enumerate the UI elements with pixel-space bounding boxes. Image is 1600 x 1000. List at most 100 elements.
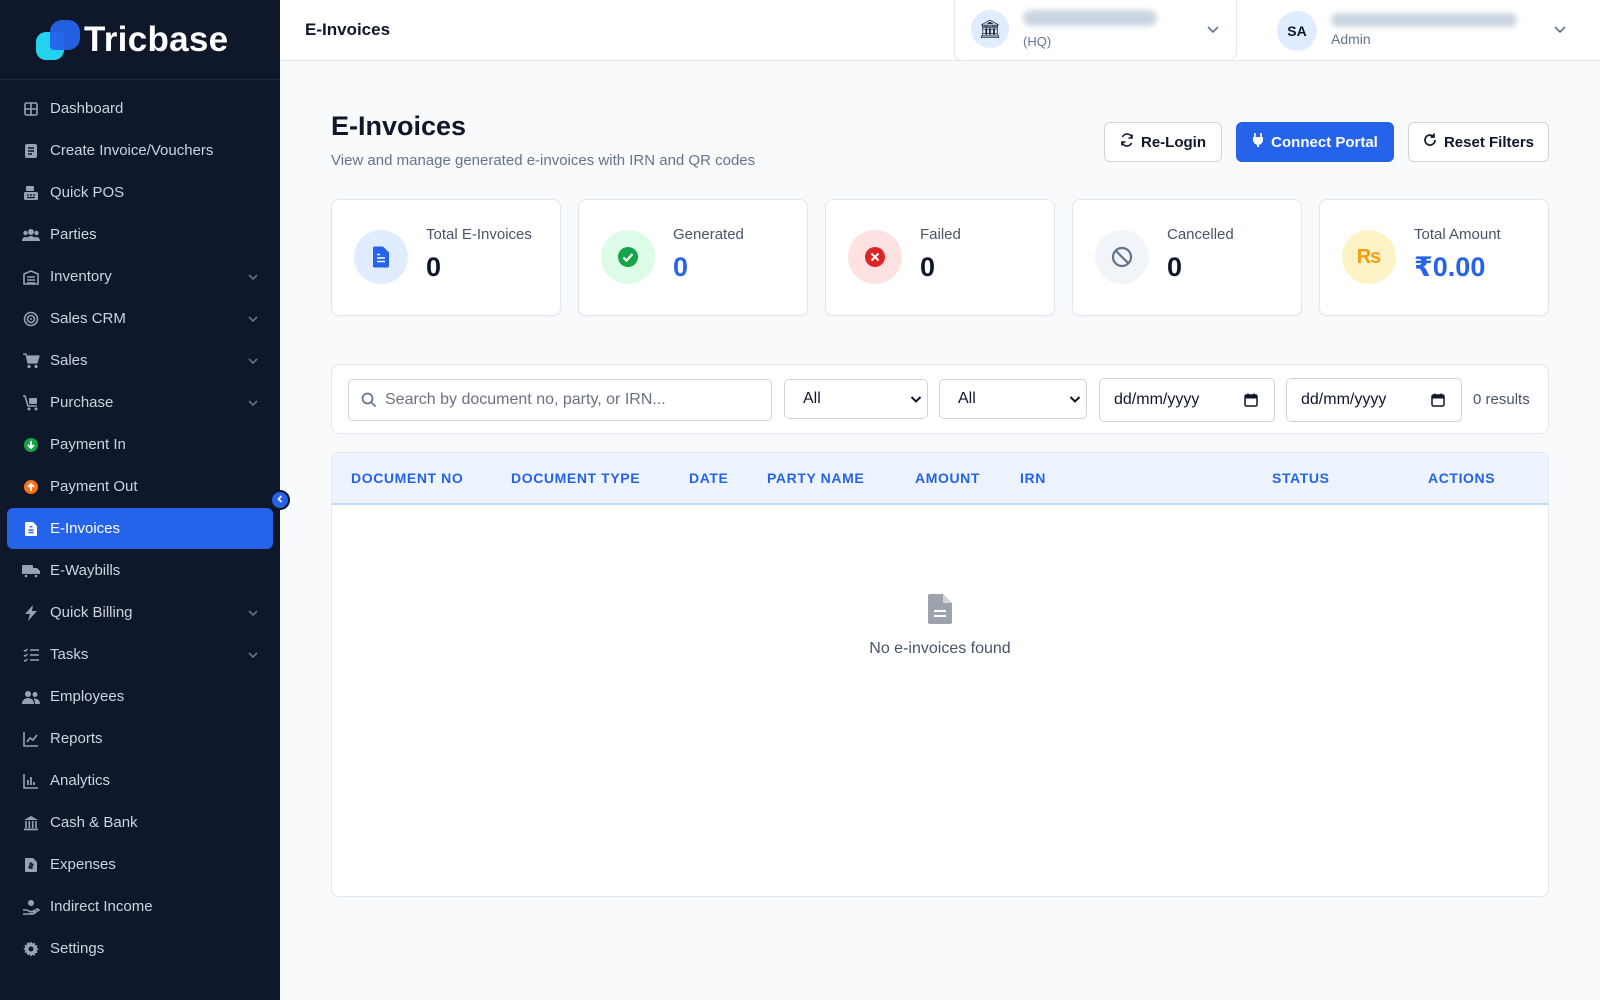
sidebar-item-payment-in[interactable]: Payment In bbox=[7, 424, 273, 465]
sidebar-item-e-invoices[interactable]: E-Invoices bbox=[7, 508, 273, 549]
plug-icon bbox=[1252, 133, 1264, 151]
sidebar-collapse-button[interactable] bbox=[270, 490, 290, 510]
stat-card-total-amount: ₨ Total Amount ₹0.00 bbox=[1319, 199, 1549, 316]
invoice-icon bbox=[22, 142, 40, 160]
user-role: Admin bbox=[1331, 31, 1371, 47]
sidebar-item-cash-bank[interactable]: Cash & Bank bbox=[7, 802, 273, 843]
chevron-down-icon bbox=[247, 271, 259, 283]
chevron-down-icon bbox=[1206, 22, 1220, 41]
sidebar-item-employees[interactable]: Employees bbox=[7, 676, 273, 717]
chevron-left-icon bbox=[275, 491, 285, 509]
e-invoices-table: DOCUMENT NO DOCUMENT TYPE DATE PARTY NAM… bbox=[331, 452, 1549, 897]
sidebar-item-reports[interactable]: Reports bbox=[7, 718, 273, 759]
payment-out-icon bbox=[22, 478, 40, 496]
sidebar: Tricbase Dashboard Create Invoice/Vouche… bbox=[0, 0, 280, 1000]
sidebar-item-sales-crm[interactable]: Sales CRM bbox=[7, 298, 273, 339]
check-circle-icon bbox=[601, 230, 655, 284]
brand[interactable]: Tricbase bbox=[0, 0, 280, 80]
rupee-icon: ₨ bbox=[1342, 230, 1396, 284]
sidebar-item-expenses[interactable]: Expenses bbox=[7, 844, 273, 885]
chevron-down-icon bbox=[1553, 22, 1567, 41]
sidebar-item-analytics[interactable]: Analytics bbox=[7, 760, 273, 801]
stat-card-total: Total E-Invoices 0 bbox=[331, 199, 561, 316]
branch-selector[interactable]: 🏛 (HQ) bbox=[954, 0, 1237, 61]
branch-sub: (HQ) bbox=[1023, 34, 1052, 49]
sidebar-item-dashboard[interactable]: Dashboard bbox=[7, 88, 273, 129]
stat-value-cancelled: 0 bbox=[1167, 252, 1183, 282]
stat-card-generated: Generated 0 bbox=[578, 199, 808, 316]
employees-icon bbox=[22, 688, 40, 706]
search-box[interactable] bbox=[348, 379, 772, 421]
sidebar-item-inventory[interactable]: Inventory bbox=[7, 256, 273, 297]
stat-value-generated: 0 bbox=[673, 252, 689, 282]
brand-name: Tricbase bbox=[84, 19, 229, 59]
sidebar-item-purchase[interactable]: Purchase bbox=[7, 382, 273, 423]
connect-portal-button[interactable]: Connect Portal bbox=[1236, 122, 1394, 162]
column-actions: ACTIONS bbox=[1428, 470, 1496, 486]
column-document-no[interactable]: DOCUMENT NO bbox=[351, 470, 463, 486]
empty-state: No e-invoices found bbox=[332, 593, 1548, 658]
sidebar-item-indirect-income[interactable]: Indirect Income bbox=[7, 886, 273, 927]
topbar-title: E-Invoices bbox=[305, 20, 391, 39]
expenses-icon bbox=[22, 856, 40, 874]
sidebar-item-quick-pos[interactable]: Quick POS bbox=[7, 172, 273, 213]
cart-icon bbox=[22, 352, 40, 370]
sidebar-item-parties[interactable]: Parties bbox=[7, 214, 273, 255]
column-irn[interactable]: IRN bbox=[1020, 470, 1046, 486]
table-header: DOCUMENT NO DOCUMENT TYPE DATE PARTY NAM… bbox=[332, 453, 1548, 505]
results-count: 0 results bbox=[1473, 391, 1530, 408]
search-input[interactable] bbox=[385, 380, 765, 420]
column-party-name[interactable]: PARTY NAME bbox=[767, 470, 864, 486]
date-to-input[interactable]: dd/mm/yyyy bbox=[1286, 378, 1462, 422]
chevron-down-icon bbox=[909, 392, 923, 411]
document-type-select[interactable]: All bbox=[784, 379, 928, 419]
pos-icon bbox=[22, 184, 40, 202]
sidebar-item-sales[interactable]: Sales bbox=[7, 340, 273, 381]
reset-filters-button[interactable]: Reset Filters bbox=[1408, 122, 1549, 162]
sidebar-item-settings[interactable]: Settings bbox=[7, 928, 273, 969]
chevron-down-icon bbox=[1068, 392, 1082, 411]
stat-card-failed: Failed 0 bbox=[825, 199, 1055, 316]
bolt-icon bbox=[22, 604, 40, 622]
chevron-down-icon bbox=[247, 607, 259, 619]
chevron-down-icon bbox=[247, 313, 259, 325]
sidebar-item-e-waybills[interactable]: E-Waybills bbox=[7, 550, 273, 591]
refresh-icon bbox=[1120, 133, 1134, 151]
column-amount[interactable]: AMOUNT bbox=[915, 470, 980, 486]
status-select[interactable]: All bbox=[939, 379, 1087, 419]
branch-name-redacted bbox=[1023, 10, 1157, 26]
sidebar-item-payment-out[interactable]: Payment Out bbox=[7, 466, 273, 507]
column-status[interactable]: STATUS bbox=[1272, 470, 1330, 486]
sidebar-item-quick-billing[interactable]: Quick Billing bbox=[7, 592, 273, 633]
date-from-input[interactable]: dd/mm/yyyy bbox=[1099, 378, 1275, 422]
stat-value-total-amount: ₹0.00 bbox=[1414, 252, 1486, 282]
sidebar-item-create-invoice[interactable]: Create Invoice/Vouchers bbox=[7, 130, 273, 171]
topbar: E-Invoices 🏛 (HQ) SA Admin bbox=[280, 0, 1600, 61]
inventory-icon bbox=[22, 268, 40, 286]
stat-value-failed: 0 bbox=[920, 252, 936, 282]
sidebar-item-tasks[interactable]: Tasks bbox=[7, 634, 273, 675]
stat-value-total: 0 bbox=[426, 252, 442, 282]
dashboard-icon bbox=[22, 100, 40, 118]
empty-state-text: No e-invoices found bbox=[869, 640, 1011, 657]
search-icon bbox=[361, 392, 377, 413]
document-icon bbox=[354, 230, 408, 284]
parties-icon bbox=[22, 226, 40, 244]
column-date[interactable]: DATE bbox=[689, 470, 728, 486]
stat-card-cancelled: Cancelled 0 bbox=[1072, 199, 1302, 316]
x-circle-icon bbox=[848, 230, 902, 284]
purchase-icon bbox=[22, 394, 40, 412]
calendar-icon bbox=[1431, 393, 1445, 412]
user-menu[interactable]: SA Admin bbox=[1277, 0, 1577, 61]
page-title: E-Invoices bbox=[331, 111, 467, 141]
sidebar-nav: Dashboard Create Invoice/Vouchers Quick … bbox=[0, 80, 280, 969]
analytics-icon bbox=[22, 772, 40, 790]
page-subtitle: View and manage generated e-invoices wit… bbox=[331, 152, 756, 169]
column-document-type[interactable]: DOCUMENT TYPE bbox=[511, 470, 640, 486]
re-login-button[interactable]: Re-Login bbox=[1104, 122, 1222, 162]
e-invoice-icon bbox=[22, 520, 40, 538]
user-email-redacted bbox=[1331, 13, 1517, 27]
payment-in-icon bbox=[22, 436, 40, 454]
reports-icon bbox=[22, 730, 40, 748]
chevron-down-icon bbox=[247, 649, 259, 661]
